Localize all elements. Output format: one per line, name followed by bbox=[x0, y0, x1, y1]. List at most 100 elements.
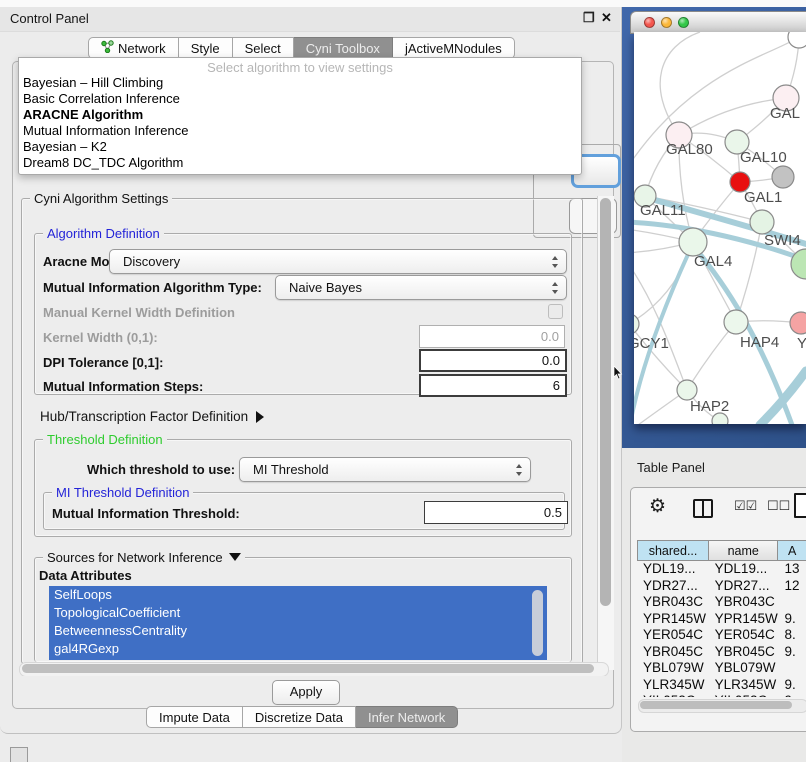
tab-label: Impute Data bbox=[159, 707, 230, 728]
table-row[interactable]: YER054CYER054C8. bbox=[637, 627, 806, 644]
tab-jactivemnodules[interactable]: jActiveMNodules bbox=[393, 37, 515, 59]
node-label-gal10: GAL10 bbox=[740, 149, 787, 166]
close-window-icon[interactable] bbox=[644, 17, 655, 28]
table-panel-area: Table Panel ⚙ ☑☑ ☐☐ shared...nameA YDL19… bbox=[622, 448, 806, 762]
tab-label: Discretize Data bbox=[255, 707, 343, 728]
cyni-algorithm-settings-group: Cyni Algorithm Settings Algorithm Defini… bbox=[21, 198, 583, 664]
node-label-gal4: GAL4 bbox=[694, 253, 732, 270]
tab-style[interactable]: Style bbox=[179, 37, 233, 59]
data-attributes-list[interactable]: SelfLoopsTopologicalCoefficientBetweenne… bbox=[49, 586, 547, 660]
control-panel-titlebar: Control Panel ❐ ✕ bbox=[0, 7, 620, 32]
table-cell: 9. bbox=[778, 611, 806, 628]
network-node-gal4[interactable] bbox=[679, 228, 707, 256]
network-view[interactable]: GALGAL80GAL10GAL1GAL11SWI4GAL4GCY1HAP4YH… bbox=[634, 32, 806, 424]
dropdown-item-basic-correlation-inference[interactable]: Basic Correlation Inference bbox=[19, 91, 581, 107]
hub-definition-expander[interactable]: Hub/Transcription Factor Definition bbox=[40, 409, 264, 424]
gear-icon[interactable]: ⚙ bbox=[649, 495, 666, 518]
settings-horizontal-scrollbar[interactable] bbox=[19, 662, 609, 677]
dropdown-item-dream8-dc-tdc-algorithm[interactable]: Dream8 DC_TDC Algorithm bbox=[19, 155, 581, 171]
node-label-gal1: GAL1 bbox=[744, 189, 782, 206]
table-cell: YBR043C bbox=[709, 594, 779, 611]
tab-label: Cyni Toolbox bbox=[306, 38, 380, 59]
scrollbar-thumb[interactable] bbox=[640, 701, 792, 709]
settings-vertical-scrollbar[interactable] bbox=[597, 196, 614, 670]
tab-select[interactable]: Select bbox=[233, 37, 294, 59]
float-panel-icon[interactable]: ❐ bbox=[583, 10, 595, 26]
apply-row: Apply bbox=[14, 676, 612, 707]
collapsed-panel-grip[interactable] bbox=[10, 747, 28, 762]
check-all-icon[interactable]: ☑☑ bbox=[734, 498, 757, 514]
table-row[interactable]: YBR043CYBR043C bbox=[637, 594, 806, 611]
table-horizontal-scrollbar[interactable] bbox=[638, 699, 806, 713]
dpi-tolerance-field[interactable]: 0.0 bbox=[419, 349, 567, 372]
mi-threshold-label: Mutual Information Threshold: bbox=[52, 506, 240, 521]
kernel-width-field[interactable]: 0.0 bbox=[419, 325, 565, 348]
dropdown-item-bayesian-hill-climbing[interactable]: Bayesian – Hill Climbing bbox=[19, 75, 581, 91]
tab-cyni-toolbox[interactable]: Cyni Toolbox bbox=[294, 37, 393, 59]
aracne-mode-combobox[interactable]: Discovery bbox=[109, 249, 567, 274]
document-icon[interactable] bbox=[794, 493, 806, 518]
mi-algorithm-type-value: Naive Bayes bbox=[289, 280, 362, 295]
sources-group: Sources for Network Inference Data Attri… bbox=[34, 557, 572, 662]
minimize-window-icon[interactable] bbox=[661, 17, 672, 28]
network-node-y[interactable] bbox=[790, 312, 806, 334]
attribute-item-topologicalcoefficient[interactable]: TopologicalCoefficient bbox=[49, 604, 547, 622]
scrollbar-thumb[interactable] bbox=[600, 198, 611, 606]
tab-discretize-data[interactable]: Discretize Data bbox=[243, 706, 356, 728]
scrollbar-thumb[interactable] bbox=[22, 664, 594, 673]
table-row[interactable]: YLR345WYLR345W9. bbox=[637, 677, 806, 694]
collapse-down-icon[interactable] bbox=[229, 553, 241, 561]
table-cell: YER054C bbox=[709, 627, 779, 644]
dropdown-item-mutual-information-inference[interactable]: Mutual Information Inference bbox=[19, 123, 581, 139]
apply-button[interactable]: Apply bbox=[272, 680, 340, 705]
which-threshold-combobox[interactable]: MI Threshold bbox=[239, 457, 531, 482]
node-label-hap4: HAP4 bbox=[740, 334, 779, 351]
network-node-swi4[interactable] bbox=[750, 210, 774, 234]
column-header-name[interactable]: name bbox=[709, 540, 778, 561]
threshold-definition-group: Threshold Definition Which threshold to … bbox=[34, 439, 572, 537]
table-cell bbox=[778, 660, 806, 677]
column-header-a[interactable]: A bbox=[778, 540, 806, 561]
dropdown-item-bayesian-k2[interactable]: Bayesian – K2 bbox=[19, 139, 581, 155]
node-label-gal11: GAL11 bbox=[640, 202, 686, 219]
network-node[interactable] bbox=[788, 32, 806, 48]
attribute-item-gal4rgexp[interactable]: gal4RGexp bbox=[49, 640, 547, 658]
zoom-window-icon[interactable] bbox=[678, 17, 689, 28]
table-cell: YPR145W bbox=[709, 611, 779, 628]
table-cell: YPR145W bbox=[637, 611, 709, 628]
mi-threshold-field[interactable]: 0.5 bbox=[424, 501, 568, 524]
mi-steps-field[interactable]: 6 bbox=[419, 374, 567, 397]
table-row[interactable]: YIL052CYIL052C9 bbox=[637, 693, 806, 697]
table-panel-window: ⚙ ☑☑ ☐☐ shared...nameA YDL19...YDL19...1… bbox=[630, 487, 806, 732]
network-node-hap4[interactable] bbox=[724, 310, 748, 334]
tab-label: jActiveMNodules bbox=[405, 38, 502, 59]
table-row[interactable]: YPR145WYPR145W9. bbox=[637, 611, 806, 628]
tab-network[interactable]: Network bbox=[88, 37, 179, 59]
mi-algorithm-type-combobox[interactable]: Naive Bayes bbox=[275, 275, 567, 300]
network-node-gcy1[interactable] bbox=[634, 314, 639, 334]
column-header-shared[interactable]: shared... bbox=[637, 540, 709, 561]
expand-right-icon[interactable] bbox=[256, 411, 264, 423]
network-node[interactable] bbox=[772, 166, 794, 188]
control-panel-tabs: NetworkStyleSelect Cyni Toolbox jActiveMNo… bbox=[88, 37, 515, 59]
network-window-titlebar[interactable] bbox=[630, 11, 806, 34]
table-row[interactable]: YDL19...YDL19...13 bbox=[637, 561, 806, 578]
table-row[interactable]: YBL079WYBL079W bbox=[637, 660, 806, 677]
close-panel-icon[interactable]: ✕ bbox=[601, 10, 612, 26]
tab-impute-data[interactable]: Impute Data bbox=[146, 706, 243, 728]
dpi-tolerance-label: DPI Tolerance [0,1]: bbox=[43, 355, 163, 370]
column-view-icon[interactable] bbox=[693, 499, 713, 518]
table-cell: 8. bbox=[778, 627, 806, 644]
tab-infer-network[interactable]: Infer Network bbox=[356, 706, 458, 728]
network-node-hap2[interactable] bbox=[677, 380, 697, 400]
node-label-y: Y bbox=[797, 335, 806, 352]
attribute-item-betweennesscentrality[interactable]: BetweennessCentrality bbox=[49, 622, 547, 640]
dropdown-item-aracne-algorithm[interactable]: ARACNE Algorithm bbox=[19, 107, 581, 123]
uncheck-all-icon[interactable]: ☐☐ bbox=[767, 498, 790, 514]
stepper-icon bbox=[516, 464, 523, 476]
list-scrollbar[interactable] bbox=[532, 590, 543, 656]
manual-kernel-width-checkbox[interactable] bbox=[548, 304, 563, 319]
table-row[interactable]: YDR27...YDR27...12 bbox=[637, 578, 806, 595]
table-row[interactable]: YBR045CYBR045C9. bbox=[637, 644, 806, 661]
attribute-item-selfloops[interactable]: SelfLoops bbox=[49, 586, 547, 604]
